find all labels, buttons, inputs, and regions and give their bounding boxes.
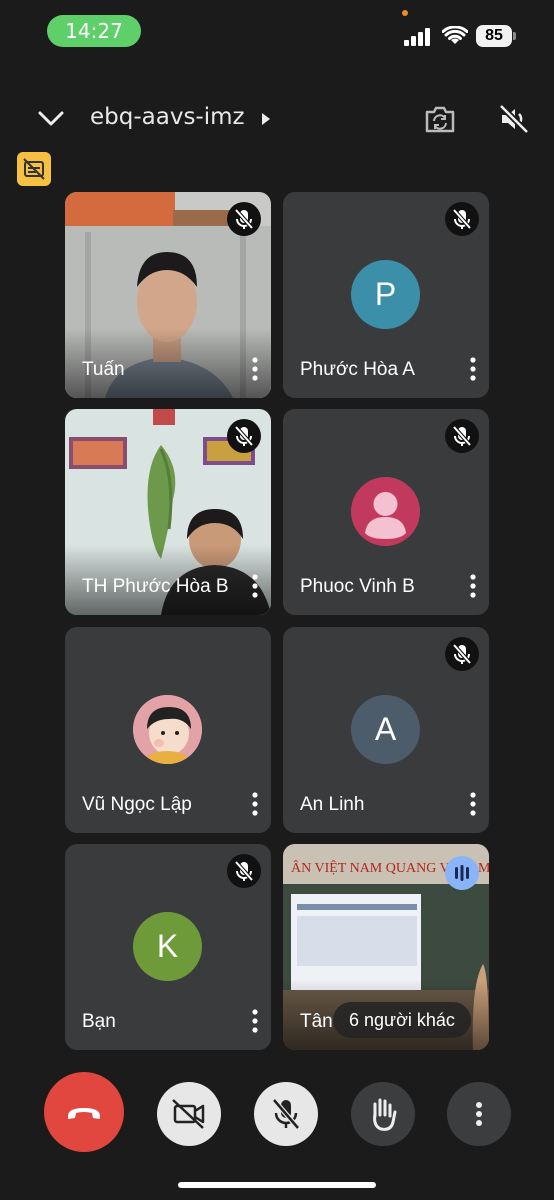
person-icon [365, 492, 406, 539]
participant-name: Phước Hòa A [300, 359, 415, 380]
participant-name: Bạn [82, 1011, 116, 1032]
muted-mic-icon [445, 202, 479, 236]
cartoon-avatar-image [133, 695, 202, 764]
participant-tile-phuoc-vinh-b[interactable]: Phuoc Vinh B [283, 409, 489, 615]
raise-hand-icon [373, 1098, 397, 1131]
participant-name: Tân [300, 1011, 333, 1032]
participant-tile-tuan[interactable]: Tuấn [65, 192, 271, 398]
cellular-signal-icon [404, 28, 430, 46]
battery-indicator: 85 [476, 25, 512, 47]
caret-right-icon[interactable] [261, 112, 271, 126]
microphone-off-icon [272, 1098, 300, 1130]
chevron-down-icon[interactable] [38, 110, 64, 128]
more-vert-icon[interactable] [245, 1006, 265, 1036]
microphone-toggle-button[interactable] [254, 1082, 318, 1146]
others-count-pill[interactable]: 6 người khác [333, 1002, 471, 1038]
speaker-off-icon[interactable] [498, 103, 530, 135]
muted-mic-icon [227, 854, 261, 888]
more-vert-icon[interactable] [463, 789, 483, 819]
participant-name: TH Phước Hòa B [82, 576, 229, 597]
avatar: P [351, 260, 420, 329]
more-vert-icon[interactable] [463, 571, 483, 601]
participant-tile-tan-others[interactable]: ÂN VIỆT NAM QUANG VINH MUÔN NĂM Tân 6 ng… [283, 844, 489, 1050]
more-vert-icon[interactable] [245, 354, 265, 384]
recording-off-badge[interactable] [17, 152, 51, 186]
wifi-icon [442, 26, 468, 44]
participant-tile-vu-ngoc-lap[interactable]: Vũ Ngọc Lập [65, 627, 271, 833]
switch-camera-icon[interactable] [424, 104, 456, 134]
battery-cap [513, 32, 516, 40]
muted-mic-icon [227, 202, 261, 236]
more-vert-icon[interactable] [463, 354, 483, 384]
avatar [133, 695, 202, 764]
participant-tile-phuoc-hoa-a[interactable]: P Phước Hòa A [283, 192, 489, 398]
speaking-indicator-icon [445, 856, 479, 890]
avatar: A [351, 695, 420, 764]
avatar [351, 477, 420, 546]
muted-mic-icon [445, 419, 479, 453]
participant-tile-th-phuoc-hoa-b[interactable]: TH Phước Hòa B [65, 409, 271, 615]
meeting-code[interactable]: ebq-aavs-imz [90, 104, 245, 130]
participant-tile-an-linh[interactable]: A An Linh [283, 627, 489, 833]
end-call-button[interactable] [44, 1072, 124, 1152]
home-indicator [178, 1182, 376, 1188]
more-vert-icon [476, 1102, 482, 1126]
more-vert-icon[interactable] [245, 571, 265, 601]
muted-mic-icon [445, 637, 479, 671]
muted-mic-icon [227, 419, 261, 453]
participant-name: An Linh [300, 794, 365, 815]
participant-name: Vũ Ngọc Lập [82, 794, 192, 815]
participant-tile-self[interactable]: K Bạn [65, 844, 271, 1050]
participant-name: Tuấn [82, 359, 125, 380]
more-vert-icon[interactable] [245, 789, 265, 819]
privacy-indicator-dot [402, 10, 408, 16]
camera-toggle-button[interactable] [157, 1082, 221, 1146]
no-captions-icon [23, 158, 45, 180]
participant-name: Phuoc Vinh B [300, 576, 415, 597]
status-time: 14:27 [47, 15, 141, 47]
more-options-button[interactable] [447, 1082, 511, 1146]
avatar: K [133, 912, 202, 981]
raise-hand-button[interactable] [351, 1082, 415, 1146]
camera-off-icon [172, 1099, 205, 1129]
hang-up-icon [68, 1108, 100, 1119]
